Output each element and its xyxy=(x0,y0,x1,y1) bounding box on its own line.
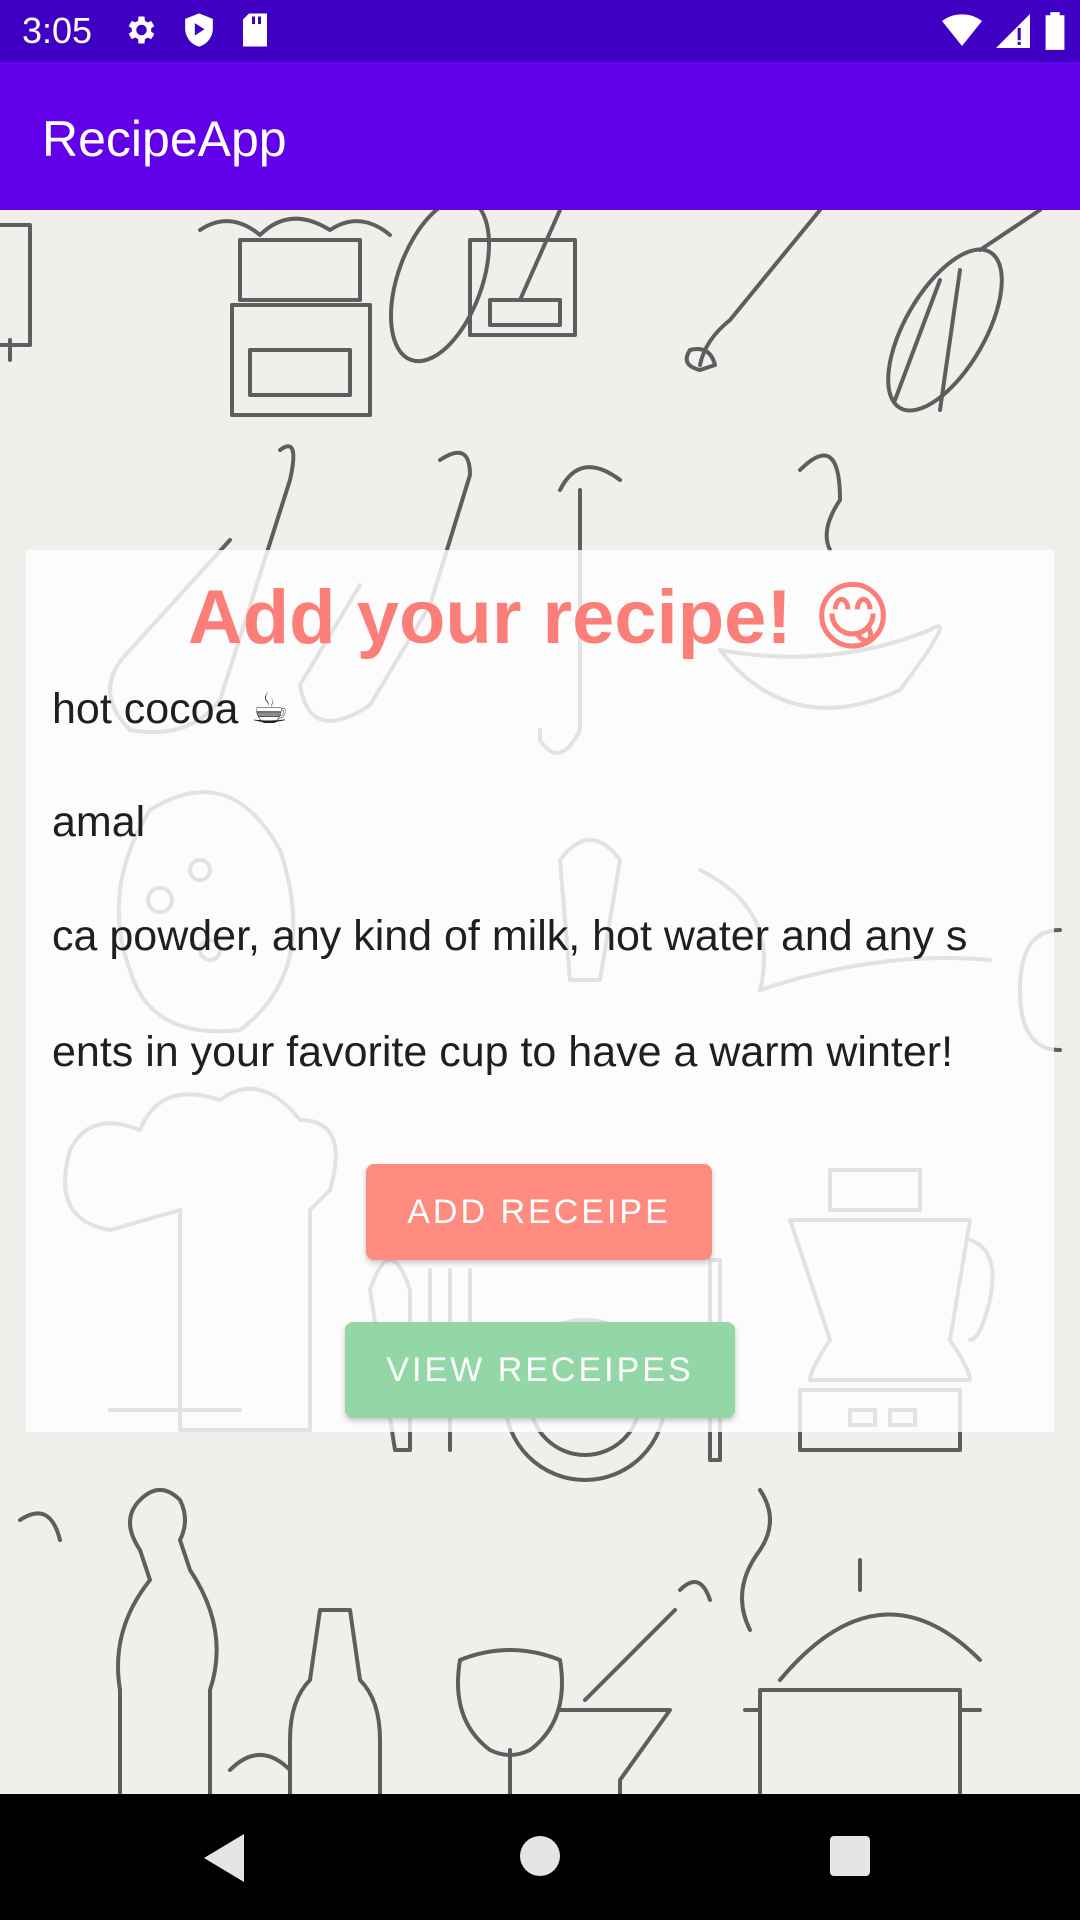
recipe-name-field[interactable]: hot cocoa ☕ xyxy=(52,684,1054,754)
recipe-name-value: hot cocoa ☕ xyxy=(52,685,289,733)
play-shield-icon xyxy=(182,12,216,48)
wifi-icon xyxy=(942,13,982,49)
status-system-icons xyxy=(942,12,1066,50)
main-content: Add your recipe! 😋 hot cocoa ☕ amal ca p… xyxy=(0,210,1080,1794)
cell-signal-icon xyxy=(996,13,1030,49)
recipe-ingredients-field[interactable]: ca powder, any kind of milk, hot water a… xyxy=(52,912,1054,982)
app-bar: RecipeApp xyxy=(0,62,1080,210)
back-icon[interactable] xyxy=(204,1834,248,1887)
recipe-author-field[interactable]: amal xyxy=(52,798,1054,868)
settings-gear-icon xyxy=(122,12,158,48)
status-bar: 3:05 xyxy=(0,0,1080,62)
battery-icon xyxy=(1044,12,1066,50)
recipe-instructions-field[interactable]: ents in your favorite cup to have a warm… xyxy=(52,1028,1054,1098)
sd-card-icon xyxy=(240,12,270,48)
status-notification-icons xyxy=(122,12,270,48)
card-title: Add your recipe! 😋 xyxy=(187,575,893,660)
status-time: 3:05 xyxy=(22,10,93,51)
recipe-ingredients-value: ca powder, any kind of milk, hot water a… xyxy=(52,912,968,960)
app-title: RecipeApp xyxy=(42,111,287,167)
recents-icon[interactable] xyxy=(830,1836,870,1881)
home-icon[interactable] xyxy=(520,1836,560,1881)
add-recipe-button[interactable]: ADD RECEIPE xyxy=(366,1164,712,1260)
add-recipe-card: Add your recipe! 😋 hot cocoa ☕ amal ca p… xyxy=(26,550,1054,1432)
view-recipes-button[interactable]: VIEW RECEIPES xyxy=(345,1322,735,1418)
recipe-instructions-value: ents in your favorite cup to have a warm… xyxy=(52,1028,954,1076)
recipe-author-value: amal xyxy=(52,798,146,846)
navigation-bar xyxy=(0,1794,1080,1920)
